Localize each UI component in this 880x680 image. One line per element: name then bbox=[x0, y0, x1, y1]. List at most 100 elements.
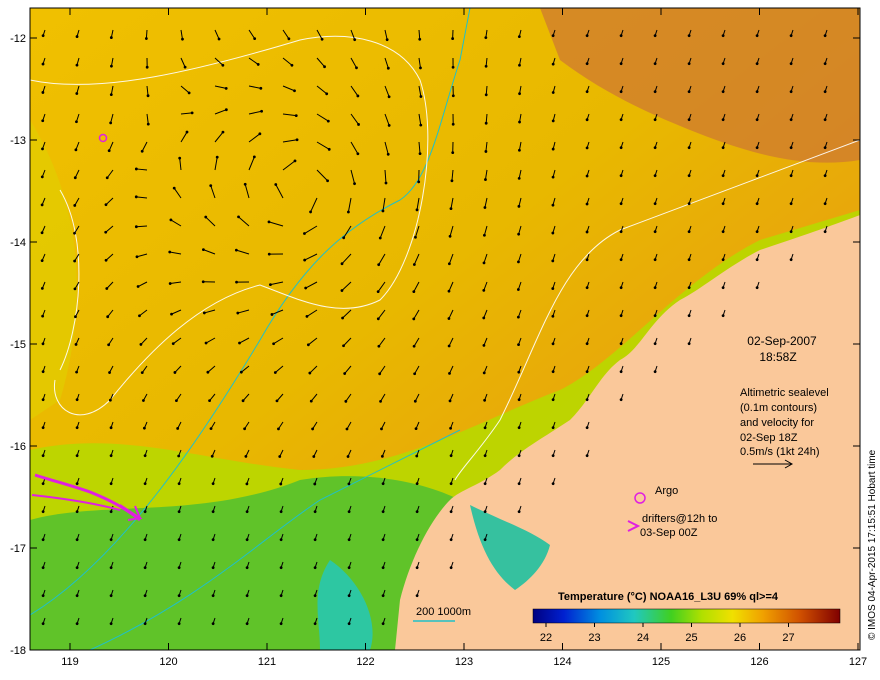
velocity-arrowhead bbox=[277, 427, 280, 431]
velocity-arrowhead bbox=[109, 93, 113, 97]
colorbar-tick-label: 27 bbox=[782, 632, 794, 644]
velocity-arrowhead bbox=[412, 290, 416, 294]
velocity-arrowhead bbox=[146, 122, 150, 126]
velocity-arrowhead bbox=[41, 510, 45, 514]
velocity-arrowhead bbox=[326, 179, 329, 183]
velocity-arrowhead bbox=[755, 118, 759, 122]
velocity-arrowhead bbox=[447, 317, 451, 320]
velocity-arrowhead bbox=[484, 93, 488, 97]
velocity-arrowhead bbox=[381, 209, 385, 213]
colorbar bbox=[532, 608, 841, 624]
velocity-arrowhead bbox=[353, 38, 357, 42]
velocity-arrowhead bbox=[387, 95, 391, 99]
velocity-arrowhead bbox=[313, 566, 317, 570]
velocity-arrowhead bbox=[210, 454, 214, 458]
velocity-arrowhead bbox=[353, 182, 356, 186]
velocity-arrowhead bbox=[517, 370, 521, 374]
velocity-arrowhead bbox=[653, 342, 657, 346]
velocity-arrowhead bbox=[619, 370, 623, 374]
velocity-arrowhead bbox=[619, 146, 623, 150]
velocity-arrowhead bbox=[687, 230, 691, 234]
velocity-arrowhead bbox=[75, 566, 79, 570]
velocity-arrowhead bbox=[215, 155, 219, 159]
velocity-arrowhead bbox=[419, 123, 423, 127]
velocity-arrowhead bbox=[413, 399, 417, 403]
velocity-arrowhead bbox=[320, 37, 324, 41]
velocity-arrowhead bbox=[384, 181, 388, 185]
velocity-arrowhead bbox=[209, 427, 213, 431]
velocity-arrowhead bbox=[551, 62, 555, 66]
velocity-arrowhead bbox=[755, 90, 759, 94]
velocity-arrowhead bbox=[275, 399, 279, 403]
credit-label: © IMOS 04-Apr-2015 17:15:51 Hobart time bbox=[867, 449, 878, 640]
velocity-arrowhead bbox=[309, 399, 313, 403]
velocity-arrowhead bbox=[789, 230, 793, 234]
velocity-arrowhead bbox=[73, 176, 77, 180]
desc-line-5: 0.5m/s (1kt 24h) bbox=[740, 446, 819, 458]
velocity-arrowhead bbox=[378, 372, 382, 376]
velocity-arrowhead bbox=[40, 231, 44, 235]
velocity-arrowhead bbox=[41, 398, 45, 402]
velocity-arrowhead bbox=[75, 63, 79, 67]
velocity-arrowhead bbox=[347, 538, 351, 542]
lon-tick-label: 121 bbox=[258, 656, 276, 668]
velocity-arrowhead bbox=[313, 510, 317, 514]
velocity-arrowhead bbox=[687, 174, 691, 178]
velocity-arrowhead bbox=[221, 63, 225, 67]
velocity-arrowhead bbox=[585, 342, 589, 346]
velocity-arrowhead bbox=[451, 151, 455, 155]
velocity-arrowhead bbox=[379, 399, 382, 403]
velocity-arrowhead bbox=[211, 482, 215, 486]
velocity-arrowhead bbox=[517, 454, 521, 458]
velocity-arrowhead bbox=[105, 287, 109, 290]
velocity-arrowhead bbox=[414, 235, 417, 239]
velocity-arrowhead bbox=[653, 34, 657, 38]
velocity-arrowhead bbox=[357, 123, 360, 126]
velocity-arrowhead bbox=[272, 342, 276, 346]
velocity-arrowhead bbox=[181, 37, 184, 41]
velocity-arrowhead bbox=[110, 64, 113, 68]
velocity-arrowhead bbox=[619, 398, 623, 402]
velocity-arrowhead bbox=[134, 167, 138, 171]
velocity-arrowhead bbox=[108, 398, 112, 402]
velocity-arrowhead bbox=[381, 510, 385, 514]
velocity-arrowhead bbox=[108, 371, 111, 374]
velocity-arrowhead bbox=[176, 427, 180, 430]
velocity-arrowhead bbox=[448, 234, 452, 238]
velocity-arrowhead bbox=[40, 203, 44, 207]
velocity-arrowhead bbox=[237, 215, 240, 219]
velocity-arrowhead bbox=[585, 258, 589, 262]
velocity-arrowhead bbox=[347, 510, 351, 514]
velocity-arrowhead bbox=[171, 342, 175, 346]
velocity-arrowhead bbox=[377, 263, 381, 267]
velocity-arrowhead bbox=[41, 454, 45, 458]
velocity-arrowhead bbox=[243, 427, 247, 431]
velocity-arrowhead bbox=[143, 482, 147, 486]
velocity-arrowhead bbox=[140, 149, 144, 153]
velocity-arrowhead bbox=[721, 90, 725, 94]
velocity-arrowhead bbox=[278, 455, 282, 458]
velocity-arrowhead bbox=[447, 289, 451, 293]
velocity-arrowhead bbox=[245, 622, 249, 626]
velocity-arrowhead bbox=[138, 314, 141, 318]
velocity-arrowhead bbox=[376, 290, 380, 293]
velocity-arrowhead bbox=[619, 286, 623, 290]
velocity-arrowhead bbox=[482, 261, 486, 265]
velocity-arrowhead bbox=[517, 260, 520, 264]
velocity-arrowhead bbox=[823, 62, 827, 66]
map-panel bbox=[30, 8, 860, 650]
velocity-arrowhead bbox=[483, 538, 487, 542]
velocity-arrowhead bbox=[653, 90, 657, 94]
velocity-arrowhead bbox=[40, 286, 44, 290]
velocity-arrowhead bbox=[378, 236, 382, 240]
velocity-arrowhead bbox=[75, 454, 79, 458]
lat-tick-label: -14 bbox=[10, 237, 26, 249]
velocity-arrowhead bbox=[381, 622, 385, 626]
velocity-arrowhead bbox=[109, 36, 113, 39]
velocity-arrowhead bbox=[687, 118, 691, 122]
velocity-arrowhead bbox=[41, 566, 45, 570]
velocity-arrowhead bbox=[517, 426, 521, 430]
velocity-arrowhead bbox=[619, 62, 623, 66]
velocity-arrowhead bbox=[140, 371, 144, 375]
lon-tick-label: 119 bbox=[61, 656, 79, 668]
